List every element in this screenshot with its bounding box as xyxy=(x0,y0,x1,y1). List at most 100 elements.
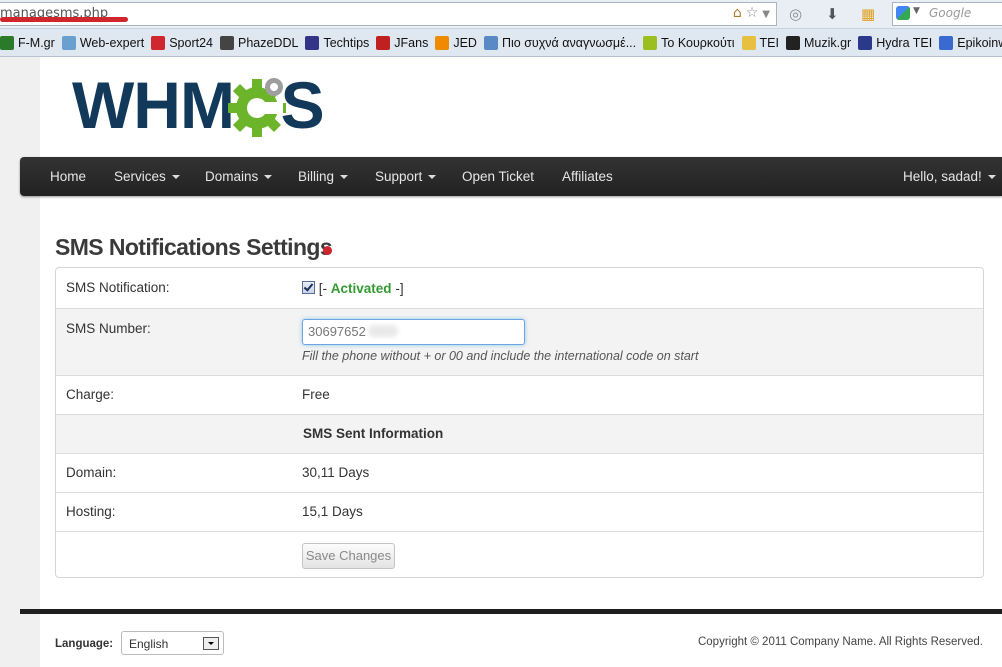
bookmark-item[interactable]: Techtips xyxy=(305,29,369,56)
bookmark-item[interactable]: F-M.gr xyxy=(0,29,55,56)
caret-down-icon xyxy=(987,175,996,180)
sms-number-hint: Fill the phone without + or 00 and inclu… xyxy=(302,349,699,363)
charge-value: Free xyxy=(302,387,330,402)
bookmark-item[interactable]: TEI xyxy=(741,29,779,56)
site-logo[interactable]: WHMCS xyxy=(72,72,325,138)
bookmark-label: Sport24 xyxy=(169,35,213,50)
bookmark-item[interactable]: Το Κουρκούτι xyxy=(643,29,735,56)
save-changes-button[interactable]: Save Changes xyxy=(302,543,395,569)
bookmark-label: F-M.gr xyxy=(18,35,55,50)
bookmark-label: Το Κουρκούτι xyxy=(661,35,735,50)
bookmark-item[interactable]: Epikoinwnia xyxy=(939,29,1002,56)
nav-domains-label: Domains xyxy=(205,169,259,184)
charge-label: Charge: xyxy=(66,387,115,402)
sent-info-header: SMS Sent Information xyxy=(303,426,444,441)
bookmark-label: Web-expert xyxy=(79,35,145,50)
bookmark-icon xyxy=(483,35,498,50)
search-box[interactable]: ▼ Google xyxy=(892,2,1002,26)
user-greeting: Hello, sadad! xyxy=(903,169,982,184)
bookmark-item[interactable]: JFans xyxy=(376,29,428,56)
dropdown-icon[interactable]: ▼ xyxy=(762,9,770,20)
bookmark-icon xyxy=(151,35,166,50)
sms-settings-table: SMS Notification: [- Activated -] SMS Nu… xyxy=(55,267,984,578)
nav-services-label: Services xyxy=(114,169,166,184)
nav-services[interactable]: Services xyxy=(114,157,180,196)
activated-suffix: -] xyxy=(395,281,404,296)
sms-number-label: SMS Number: xyxy=(66,321,151,336)
chevron-down-icon[interactable]: ▼ xyxy=(913,6,920,16)
language-value: English xyxy=(129,637,169,651)
bookmark-icon xyxy=(741,35,756,50)
bookmark-icon xyxy=(219,35,234,50)
download-icon[interactable]: ⬇ xyxy=(826,5,839,23)
table-row: Domain: 30,11 Days xyxy=(56,454,983,493)
bookmark-icon xyxy=(61,35,76,50)
bookmarks-bar: F-M.gr Web-expert Sport24 PhazeDDL Techtips J… xyxy=(0,29,1002,57)
address-bar[interactable]: managesms.php ⌂ ☆ ▼ xyxy=(0,2,777,26)
notification-label: SMS Notification: xyxy=(66,280,170,295)
redacted-digits xyxy=(367,325,398,337)
table-row: SMS Number: 30697652 Fill the phone with… xyxy=(56,309,983,376)
nav-domains[interactable]: Domains xyxy=(205,157,273,196)
nav-support[interactable]: Support xyxy=(375,157,437,196)
chevron-down-icon[interactable] xyxy=(203,637,219,650)
language-label: Language: xyxy=(55,638,114,650)
bookmark-icon xyxy=(858,35,873,50)
nav-affiliates[interactable]: Affiliates xyxy=(562,157,613,196)
hosting-label: Hosting: xyxy=(66,504,116,519)
activated-status: Activated xyxy=(330,281,392,296)
bookmark-label: Hydra TEI xyxy=(876,35,933,50)
bookmark-item[interactable]: JED xyxy=(435,29,477,56)
caret-down-icon xyxy=(171,175,180,180)
bookmark-icon xyxy=(643,35,658,50)
table-row: Hosting: 15,1 Days xyxy=(56,493,983,532)
bookmark-label: Epikoinwnia xyxy=(957,35,1002,50)
bookmark-icon xyxy=(0,35,14,50)
caret-down-icon xyxy=(264,175,273,180)
apps-icon[interactable]: ▦ xyxy=(861,5,875,23)
bookmark-item[interactable]: Sport24 xyxy=(151,29,213,56)
bookmark-label: Πιο συχνά αναγνωσμέ... xyxy=(501,35,637,50)
bookmark-item[interactable]: Web-expert xyxy=(61,29,145,56)
copyright-text: Copyright © 2011 Company Name. All Right… xyxy=(697,636,983,648)
table-row: SMS Notification: [- Activated -] xyxy=(56,268,983,309)
bookmark-icon xyxy=(376,35,391,50)
nav-billing[interactable]: Billing xyxy=(298,157,349,196)
bookmark-item[interactable]: Πιο συχνά αναγνωσμέ... xyxy=(483,29,637,56)
bookmark-item[interactable]: PhazeDDL xyxy=(219,29,299,56)
bookmark-label: Muzik.gr xyxy=(803,35,852,50)
language-select[interactable]: English xyxy=(121,631,224,655)
nav-billing-label: Billing xyxy=(298,169,335,184)
nav-user-menu[interactable]: Hello, sadad! xyxy=(903,157,996,196)
caret-down-icon xyxy=(340,175,349,180)
domain-value: 30,11 Days xyxy=(302,465,370,480)
sms-number-input[interactable]: 30697652 xyxy=(302,319,525,345)
bookmark-label: Techtips xyxy=(323,35,370,50)
rss-icon[interactable]: ◎ xyxy=(789,5,802,23)
annotation-dot xyxy=(323,246,332,255)
google-icon xyxy=(896,6,910,20)
hosting-value: 15,1 Days xyxy=(302,504,363,519)
bookmark-label: TEI xyxy=(759,35,779,50)
notification-value: [- Activated -] xyxy=(302,281,404,296)
browser-toolbar: managesms.php ⌂ ☆ ▼ ◎ ⬇ ▦ ▼ Google xyxy=(0,0,1002,29)
bookmark-icon xyxy=(785,35,800,50)
bookmark-label: JFans xyxy=(394,35,429,50)
nav-home[interactable]: Home xyxy=(50,157,86,196)
caret-down-icon xyxy=(428,175,437,180)
search-placeholder: Google xyxy=(929,6,972,20)
page-title: SMS Notifications Settings xyxy=(55,234,333,260)
bookmark-label: JED xyxy=(453,35,477,50)
sms-notification-checkbox[interactable] xyxy=(302,281,315,294)
home-icon[interactable]: ⌂ xyxy=(733,5,742,21)
activated-prefix: [- xyxy=(318,281,328,296)
domain-label: Domain: xyxy=(66,465,117,480)
nav-support-label: Support xyxy=(375,169,423,184)
bookmark-item[interactable]: Hydra TEI xyxy=(858,29,932,56)
bookmark-icon xyxy=(435,35,450,50)
bookmark-icon xyxy=(305,35,320,50)
bookmark-item[interactable]: Muzik.gr xyxy=(785,29,852,56)
bookmark-label: PhazeDDL xyxy=(237,35,299,50)
nav-open-ticket[interactable]: Open Ticket xyxy=(462,157,534,196)
star-icon[interactable]: ☆ xyxy=(746,5,759,21)
